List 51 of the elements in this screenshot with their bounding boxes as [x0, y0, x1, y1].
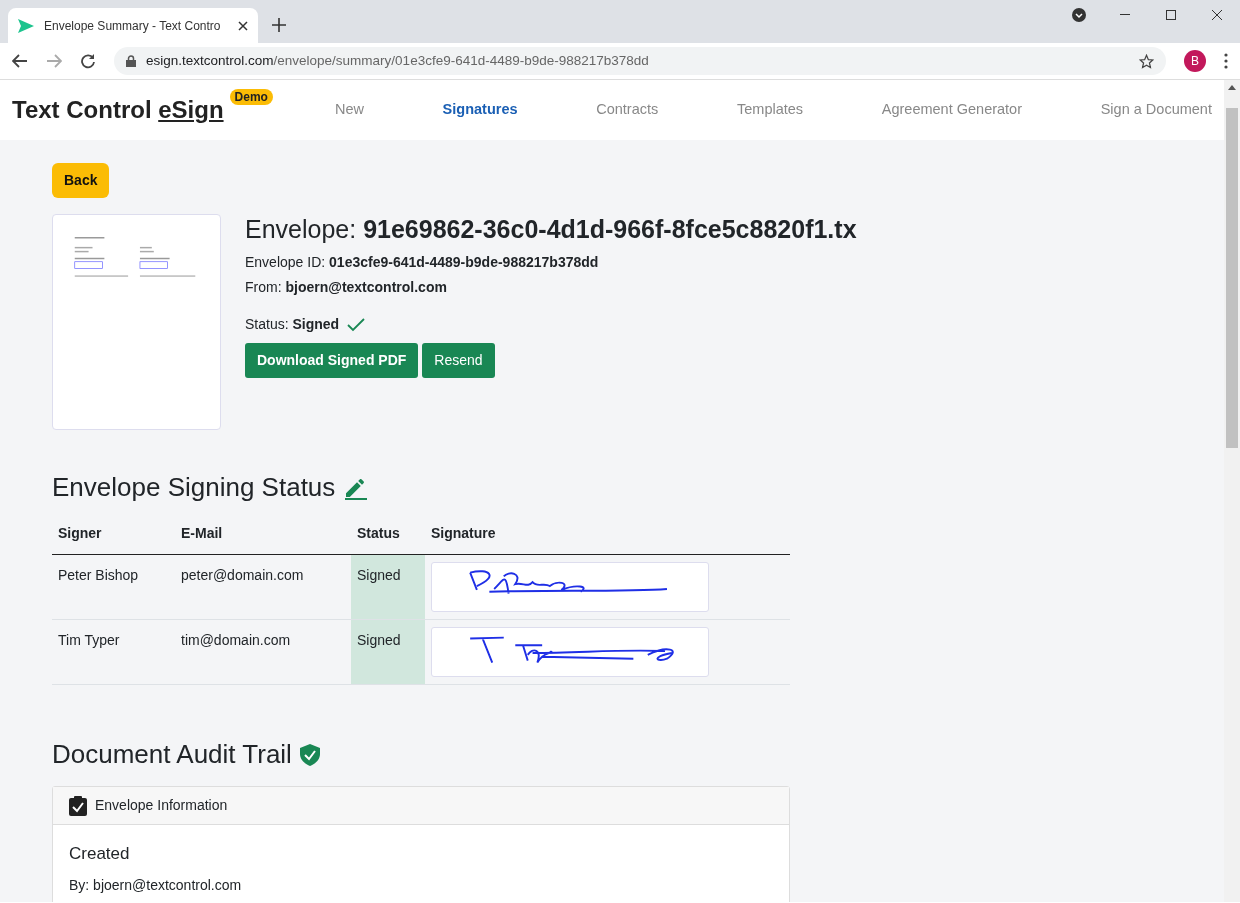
minimize-icon[interactable] [1120, 14, 1130, 16]
nav-link[interactable]: New [334, 99, 364, 121]
profile-avatar[interactable]: B [1184, 50, 1206, 72]
event-title: Created [69, 843, 131, 866]
close-icon[interactable] [1212, 10, 1222, 20]
envelope-id: Envelope ID: 01e3cfe9-641d-4489-b9de-988217b378dd [245, 253, 600, 272]
signing-status: Signed [351, 554, 425, 620]
status-text: Status: Signed [245, 315, 340, 334]
event-author: By: bjoern@textcontrol.com [69, 875, 243, 895]
back-arrow-icon[interactable] [12, 54, 28, 68]
demo-badge: Demo [229, 89, 273, 105]
shield-check-icon [299, 743, 320, 766]
menu-icon[interactable] [1224, 53, 1228, 69]
resend-button[interactable]: Resend [422, 343, 495, 378]
signer-name: Peter Bishop [52, 554, 175, 620]
card-header-title: Envelope Information [95, 796, 228, 816]
clipboard-check-icon [69, 795, 87, 816]
nav-link[interactable]: Sign a Document [1100, 99, 1212, 121]
column-header: Status [351, 511, 425, 555]
column-header: Signer [52, 511, 175, 555]
signer-name: Tim Typer [52, 619, 175, 685]
download-button[interactable]: Download Signed PDF [245, 343, 419, 378]
browser-tab[interactable]: Envelope Summary - Text Contro [8, 8, 258, 43]
signing-status: Signed [351, 619, 425, 685]
sender-email: From: bjoern@textcontrol.com [245, 278, 448, 297]
reload-icon[interactable] [80, 53, 96, 69]
tab-title: Envelope Summary - Text Contro [44, 17, 222, 35]
nav-link[interactable]: Agreement Generator [881, 99, 1022, 121]
nav-link[interactable]: Contracts [596, 99, 659, 121]
column-header: E-Mail [175, 511, 351, 555]
nav-link[interactable]: Templates [737, 99, 804, 121]
section-heading: Document Audit Trail [52, 739, 292, 771]
address-bar[interactable]: esign.textcontrol.com/envelope/summary/01e3cfe9-641d-4489-b9de-988217b378dd [114, 47, 1166, 75]
document-thumbnail[interactable] [52, 214, 221, 430]
brand-logo[interactable]: Text Control eSign [12, 96, 224, 123]
nav-link[interactable]: Signatures [442, 99, 518, 121]
url-text: esign.textcontrol.com/envelope/summary/01e3cfe9-641d-4489-b9de-988217b378dd [146, 51, 649, 70]
maximize-icon[interactable] [1166, 10, 1176, 20]
star-icon[interactable] [1139, 53, 1154, 69]
checkmark-icon [347, 317, 366, 332]
scroll-up-icon[interactable] [1228, 85, 1236, 90]
envelope-title: Envelope: 91e69862-36c0-4d1d-966f-8fce5c8820f1.tx [245, 214, 857, 244]
back-button[interactable]: Back [52, 163, 110, 198]
section-heading: Envelope Signing Status [52, 472, 336, 504]
close-icon[interactable] [238, 20, 248, 31]
tab-search-icon[interactable] [1071, 7, 1087, 23]
send-icon [18, 18, 34, 33]
scrollbar-thumb[interactable] [1226, 108, 1238, 448]
new-tab-icon[interactable] [272, 18, 286, 32]
lock-icon [126, 55, 136, 67]
column-header: Signature [425, 511, 790, 555]
